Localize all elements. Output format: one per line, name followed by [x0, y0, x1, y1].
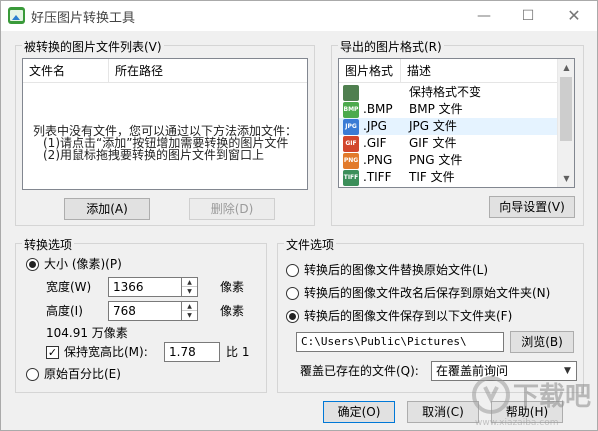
percent-radio[interactable] — [26, 368, 39, 381]
format-description: BMP 文件 — [409, 102, 463, 116]
size-radio-label[interactable]: 大小 (像素)(P) — [44, 257, 122, 271]
column-format[interactable]: 图片格式 — [339, 59, 401, 83]
format-description: TIF 文件 — [409, 170, 455, 184]
format-name: .BMP — [363, 102, 393, 116]
format-description: PNG 文件 — [409, 153, 463, 167]
format-list-scrollbar[interactable]: ▲ ▼ — [557, 59, 574, 187]
app-window: 好压图片转换工具 — ☐ ✕ 被转换的图片文件列表(V) 文件名 所在路径 列表… — [0, 0, 598, 431]
keep-ratio-label[interactable]: 保持宽高比(M): — [64, 345, 148, 359]
cancel-button[interactable]: 取消(C) — [407, 401, 479, 423]
spin-down-icon[interactable]: ▼ — [182, 287, 197, 296]
rename-save-label[interactable]: 转换后的图像文件改名后保存到原始文件夹(N) — [304, 286, 550, 300]
png-icon: PNG — [343, 153, 359, 169]
file-list-group: 被转换的图片文件列表(V) 文件名 所在路径 列表中没有文件，您可以通过以下方法… — [15, 38, 315, 226]
rename-save-radio[interactable] — [286, 287, 299, 300]
column-description[interactable]: 描述 — [401, 59, 559, 83]
delete-button[interactable]: 删除(D) — [189, 198, 275, 220]
scroll-up-icon[interactable]: ▲ — [558, 59, 574, 76]
height-unit: 像素 — [220, 304, 245, 318]
format-row[interactable]: BMP .BMP BMP 文件 — [339, 101, 559, 118]
window-title: 好压图片转换工具 — [31, 11, 136, 26]
size-radio[interactable] — [26, 258, 39, 271]
convert-options-group: 转换选项 大小 (像素)(P) 宽度(W) 1366 ▲ ▼ 像素 高度(I) … — [15, 236, 267, 393]
format-list-header: 图片格式 描述 — [339, 59, 557, 83]
maximize-button[interactable]: ☐ — [505, 1, 551, 31]
format-list[interactable]: 图片格式 描述 保持格式不变 BMP .BMP BMP 文件 JPG .JPG JPG 文件… — [338, 58, 575, 188]
column-filename[interactable]: 文件名 — [23, 59, 109, 83]
width-label: 宽度(W) — [46, 280, 92, 294]
file-options-group-title: 文件选项 — [284, 236, 337, 253]
width-input[interactable]: 1366 — [108, 277, 182, 297]
replace-original-label[interactable]: 转换后的图像文件替换原始文件(L) — [304, 263, 488, 277]
column-path[interactable]: 所在路径 — [109, 59, 307, 83]
keep-ratio-checkbox[interactable]: ✓ — [46, 346, 59, 359]
save-to-folder-label[interactable]: 转换后的图像文件保存到以下文件夹(F) — [304, 309, 512, 323]
title-bar: 好压图片转换工具 — ☐ ✕ — [1, 1, 597, 31]
format-description: GIF 文件 — [409, 136, 457, 150]
ratio-input[interactable]: 1.78 — [164, 342, 220, 362]
format-rows: 保持格式不变 BMP .BMP BMP 文件 JPG .JPG JPG 文件 GIF .GIF G… — [339, 83, 559, 187]
keep-icon — [343, 85, 359, 101]
format-description: 保持格式不变 — [409, 85, 482, 99]
file-list-header: 文件名 所在路径 — [23, 59, 307, 83]
minimize-button[interactable]: — — [461, 1, 507, 31]
format-name: .PNG — [363, 153, 393, 167]
width-spinner[interactable]: ▲ ▼ — [182, 277, 198, 297]
xiazaiba-watermark-logo: 下载吧 www.xiazaiba.com — [472, 376, 591, 428]
height-label: 高度(I) — [46, 304, 83, 318]
wizard-button[interactable]: 向导设置(V) — [489, 196, 575, 218]
spin-up-icon[interactable]: ▲ — [182, 278, 197, 287]
convert-options-group-title: 转换选项 — [22, 236, 75, 253]
width-unit: 像素 — [220, 280, 245, 294]
empty-list-hint: 列表中没有文件，您可以通过以下方法添加文件： (1)请点击“添加”按钮增加需要转… — [33, 125, 297, 161]
watermark-text: 下载吧 — [513, 382, 591, 412]
file-list-group-title: 被转换的图片文件列表(V) — [22, 38, 164, 55]
height-spinner[interactable]: ▲ ▼ — [182, 301, 198, 321]
spin-up-icon[interactable]: ▲ — [182, 302, 197, 311]
format-name: .GIF — [363, 136, 387, 150]
format-name: .JPG — [363, 119, 387, 133]
format-row[interactable]: TIFF .TIFF TIF 文件 — [339, 169, 559, 186]
format-row[interactable]: GIF .GIF GIF 文件 — [339, 135, 559, 152]
megapixels-readout: 104.91 万像素 — [46, 326, 128, 340]
replace-original-radio[interactable] — [286, 264, 299, 277]
output-folder-input[interactable]: C:\Users\Public\Pictures\ — [296, 332, 504, 352]
format-row[interactable]: JPG .JPG JPG 文件 — [339, 118, 559, 135]
height-input[interactable]: 768 — [108, 301, 182, 321]
watermark-url: www.xiazaiba.com — [475, 418, 559, 428]
jpg-icon: JPG — [343, 119, 359, 135]
ok-button[interactable]: 确定(O) — [323, 401, 395, 423]
spin-down-icon[interactable]: ▼ — [182, 311, 197, 320]
app-logo-icon — [8, 7, 25, 24]
export-format-group: 导出的图片格式(R) 图片格式 描述 保持格式不变 BMP .BMP BMP 文件 JP… — [331, 38, 584, 226]
hint-line: (2)用鼠标拖拽要转换的图片文件到窗口上 — [43, 148, 264, 162]
browse-button[interactable]: 浏览(B) — [510, 331, 574, 353]
watermark-arrow — [483, 386, 499, 404]
gif-icon: GIF — [343, 136, 359, 152]
file-list[interactable]: 文件名 所在路径 列表中没有文件，您可以通过以下方法添加文件： (1)请点击“添… — [22, 58, 308, 190]
format-description: JPG 文件 — [409, 119, 457, 133]
percent-radio-label[interactable]: 原始百分比(E) — [44, 367, 121, 381]
format-row[interactable]: 保持格式不变 — [339, 84, 559, 101]
overwrite-label: 覆盖已存在的文件(Q): — [300, 364, 419, 378]
format-row[interactable]: PNG .PNG PNG 文件 — [339, 152, 559, 169]
format-name: .TIFF — [363, 170, 392, 184]
export-format-group-title: 导出的图片格式(R) — [338, 38, 444, 55]
add-button[interactable]: 添加(A) — [64, 198, 150, 220]
tiff-icon: TIFF — [343, 170, 359, 186]
bmp-icon: BMP — [343, 102, 359, 118]
ratio-suffix: 比 1 — [226, 345, 250, 359]
scroll-down-icon[interactable]: ▼ — [558, 170, 574, 187]
scroll-thumb[interactable] — [560, 77, 572, 141]
save-to-folder-radio[interactable] — [286, 310, 299, 323]
close-button[interactable]: ✕ — [551, 1, 597, 31]
